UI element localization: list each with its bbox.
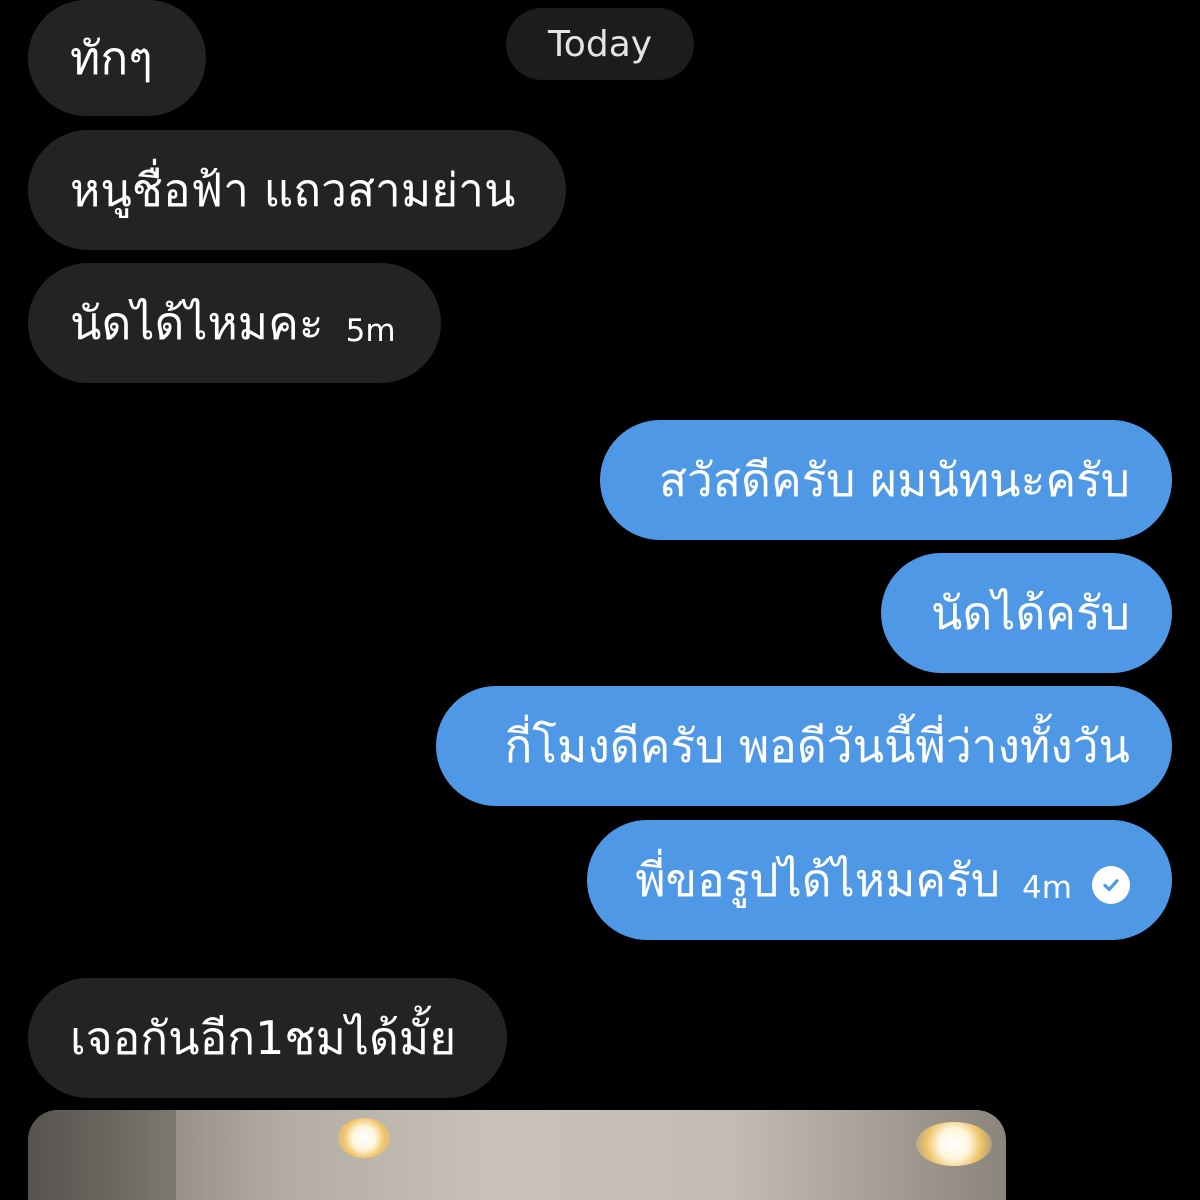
incoming-message[interactable]: เจอกันอีก1ชมได้มั้ย: [28, 978, 507, 1098]
message-text: สวัสดีครับ ผมนัทนะครับ: [658, 452, 1130, 507]
message-text: นัดได้ครับ: [930, 585, 1130, 640]
incoming-message[interactable]: ทักๆ: [28, 0, 206, 116]
message-text: พี่ขอรูปได้ไหมครับ: [635, 852, 1001, 907]
photo-attachment[interactable]: [28, 1110, 1006, 1200]
date-separator: Today: [506, 8, 694, 80]
ceiling-light: [916, 1122, 992, 1166]
read-check-icon: [1092, 866, 1130, 904]
message-timestamp: 5m: [345, 313, 396, 349]
ceiling-light: [338, 1118, 390, 1158]
date-separator-label: Today: [547, 23, 653, 65]
incoming-message[interactable]: หนูชื่อฟ้า แถวสามย่าน: [28, 130, 566, 250]
message-text: เจอกันอีก1ชมได้มั้ย: [70, 1010, 457, 1065]
outgoing-message[interactable]: นัดได้ครับ: [881, 553, 1172, 673]
message-text: ทักๆ: [70, 30, 153, 85]
incoming-message[interactable]: นัดได้ไหมคะ 5m: [28, 263, 441, 383]
message-text: หนูชื่อฟ้า แถวสามย่าน: [70, 162, 516, 217]
message-timestamp: 4m: [1022, 870, 1072, 906]
message-text: กี่โมงดีครับ พอดีวันนี้พี่ว่างทั้งวัน: [504, 718, 1130, 773]
outgoing-message[interactable]: สวัสดีครับ ผมนัทนะครับ: [600, 420, 1172, 540]
photo-wall-edge: [28, 1110, 176, 1200]
message-text: นัดได้ไหมคะ: [70, 295, 324, 350]
outgoing-message[interactable]: กี่โมงดีครับ พอดีวันนี้พี่ว่างทั้งวัน: [436, 686, 1172, 806]
outgoing-message[interactable]: พี่ขอรูปได้ไหมครับ 4m: [587, 820, 1172, 940]
